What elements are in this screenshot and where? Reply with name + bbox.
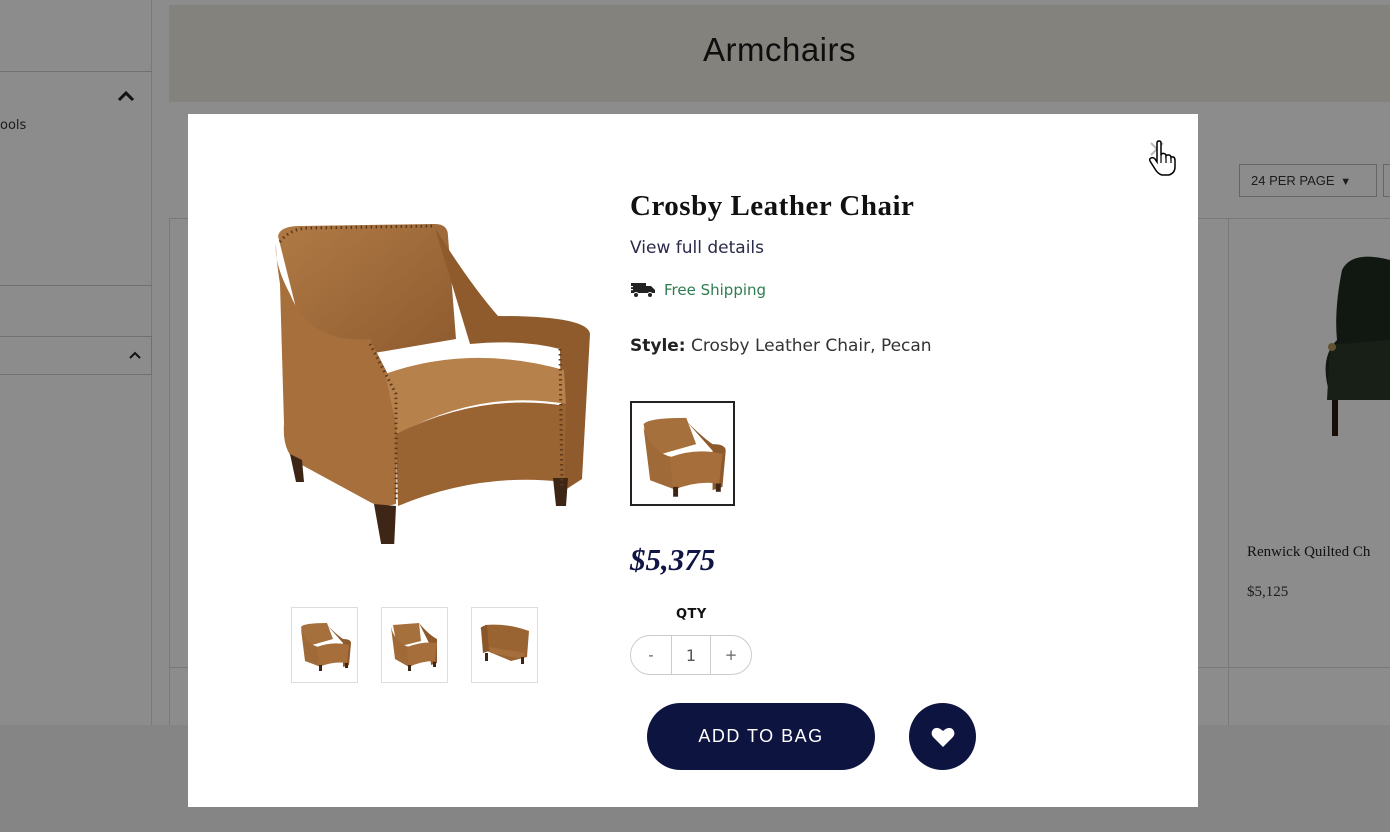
style-info: Style: Crosby Leather Chair, Pecan — [630, 336, 932, 356]
product-thumbnail[interactable] — [381, 607, 448, 683]
product-thumbnail[interactable] — [471, 607, 538, 683]
product-title: Crosby Leather Chair — [630, 190, 915, 222]
quantity-stepper: - 1 + — [630, 635, 752, 675]
thumbnail-image — [390, 623, 437, 671]
truck-icon — [630, 283, 655, 298]
thumbnail-image — [300, 623, 351, 671]
view-full-details-link[interactable]: View full details — [630, 238, 764, 258]
product-main-image — [275, 224, 590, 544]
close-icon[interactable] — [1146, 138, 1168, 160]
quantity-label: QTY — [676, 607, 707, 622]
quantity-decrement-button[interactable]: - — [631, 636, 671, 674]
product-price: $5,375 — [630, 542, 716, 577]
wishlist-button[interactable] — [909, 703, 976, 770]
thumbnail-image — [480, 624, 529, 664]
style-label: Style: — [630, 336, 686, 356]
free-shipping-badge: Free Shipping — [630, 281, 766, 299]
style-value: Crosby Leather Chair, Pecan — [691, 336, 932, 356]
heart-icon — [931, 727, 954, 747]
shipping-text: Free Shipping — [664, 281, 767, 299]
quick-view-modal: Crosby Leather Chair View full details F… — [188, 114, 1198, 807]
product-thumbnail[interactable] — [291, 607, 358, 683]
add-to-bag-button[interactable]: ADD TO BAG — [647, 703, 875, 770]
quantity-input[interactable]: 1 — [671, 636, 711, 674]
quantity-increment-button[interactable]: + — [711, 636, 751, 674]
style-swatch-selected[interactable] — [630, 401, 735, 506]
swatch-image — [643, 417, 726, 497]
